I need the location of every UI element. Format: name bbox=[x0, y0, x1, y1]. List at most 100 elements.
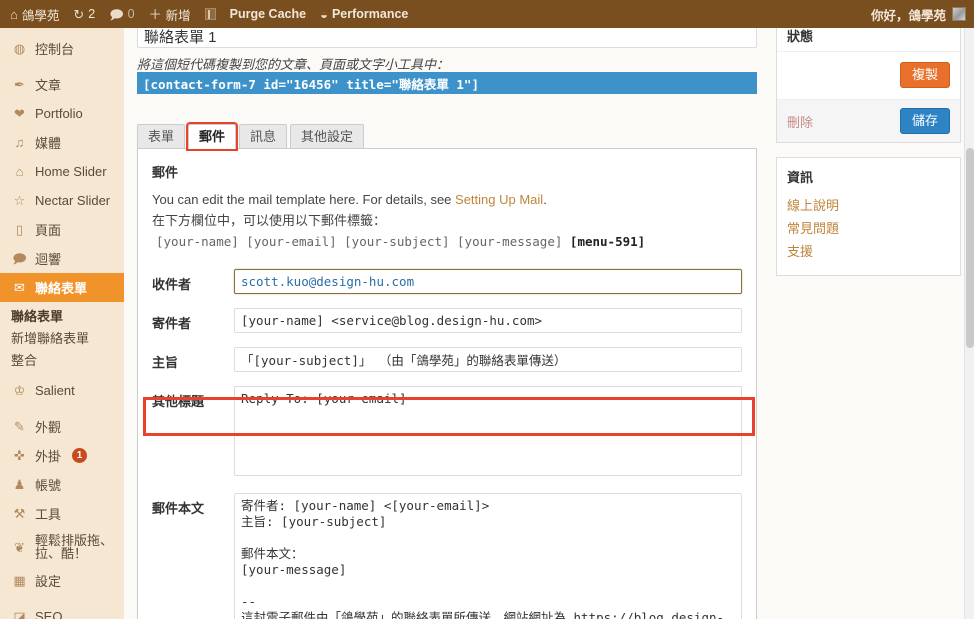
subject-label: 主旨 bbox=[152, 355, 179, 370]
subject-input[interactable] bbox=[234, 347, 742, 372]
salient-icon: ♔ bbox=[13, 383, 26, 398]
sidebar-item-tools[interactable]: ⚒ 工具 bbox=[0, 499, 124, 528]
builder-icon: ❦ bbox=[14, 539, 25, 555]
scrollbar-thumb[interactable] bbox=[966, 148, 974, 348]
field-row-mail-body: 郵件本文 寄件者: [your-name] <[your-email]> 主旨:… bbox=[152, 493, 742, 619]
sidebar-item-label: SEO bbox=[35, 609, 63, 619]
sidebar-item-label: Home Slider bbox=[35, 164, 107, 179]
additional-headers-textarea[interactable]: Reply-To: [your-email] bbox=[234, 386, 742, 476]
mail-tags: [your-name] [your-email] [your-subject] … bbox=[156, 234, 563, 249]
adminbar-account[interactable]: 你好，鴿學苑 bbox=[871, 5, 974, 24]
sender-label: 寄件者 bbox=[152, 316, 192, 331]
home-icon: ⌂ bbox=[10, 6, 18, 22]
recipient-input[interactable] bbox=[234, 269, 742, 294]
purge-cache-label: Purge Cache bbox=[229, 7, 307, 21]
tab-additional-settings[interactable]: 其他設定 bbox=[290, 124, 365, 149]
sidebar-item-comments[interactable]: 🗩 迴響 bbox=[0, 244, 124, 273]
sidebar-item-contact-form[interactable]: ✉ 聯絡表單 bbox=[0, 273, 124, 302]
sidebar-item-label: Portfolio bbox=[35, 106, 83, 121]
online-docs-link[interactable]: 線上說明 bbox=[787, 194, 950, 217]
sidebar-item-home-slider[interactable]: ⌂ Home Slider bbox=[0, 157, 124, 186]
recipient-label: 收件者 bbox=[152, 277, 192, 292]
sidebar-item-label: 頁面 bbox=[35, 223, 62, 238]
pin-icon: ✒ bbox=[14, 77, 25, 92]
field-row-recipient: 收件者 bbox=[152, 269, 742, 294]
sidebar-subitem-integration[interactable]: 整合 bbox=[11, 348, 124, 370]
sidebar-item-salient[interactable]: ♔ Salient bbox=[0, 376, 124, 405]
sidebar-item-pages[interactable]: ▯ 頁面 bbox=[0, 215, 124, 244]
sidebar-item-label: 輕鬆排版拖、拉、酷！ bbox=[35, 533, 114, 561]
adminbar-comments[interactable]: 🗩 0 bbox=[102, 0, 141, 28]
tab-messages[interactable]: 訊息 bbox=[239, 124, 288, 149]
sidebar-item-label: 工具 bbox=[35, 507, 62, 522]
appearance-icon: ✎ bbox=[14, 419, 25, 434]
site-name-label: 鴿學苑 bbox=[21, 8, 60, 23]
adminbar-updates[interactable]: ↻ 2 bbox=[66, 0, 102, 28]
tab-mail[interactable]: 郵件 bbox=[188, 124, 237, 149]
sidebar-item-label: 控制台 bbox=[35, 42, 75, 57]
field-row-subject: 主旨 bbox=[152, 347, 742, 372]
main-content: 將這個短代碼複製到您的文章、頁面或文字小工具中： [contact-form-7… bbox=[124, 18, 974, 619]
additional-headers-label: 其他標題 bbox=[152, 394, 205, 409]
mail-description: You can edit the mail template here. For… bbox=[152, 190, 742, 209]
sidebar-submenu-contact-form: 聯絡表單 新增聯絡表單 整合 bbox=[0, 302, 124, 376]
comment-icon: 🗩 bbox=[12, 251, 27, 266]
dashboard-icon: ◍ bbox=[13, 41, 26, 56]
adminbar-site-name[interactable]: ⌂ 鴿學苑 bbox=[0, 0, 66, 28]
plus-icon: ＋ bbox=[148, 6, 162, 22]
sidebar-item-label: 迴響 bbox=[35, 252, 62, 267]
wordpress-admin-screen: ⌂ 鴿學苑 ↻ 2 🗩 0 ＋ 新增 Purge Cache ◒ Perform… bbox=[0, 0, 974, 619]
info-box-heading: 資訊 bbox=[787, 170, 814, 185]
sidebar-item-label: 帳號 bbox=[35, 478, 62, 493]
sidebar-item-settings[interactable]: ▦ 設定 bbox=[0, 566, 124, 595]
status-box-footer: 刪除 儲存 bbox=[777, 99, 960, 142]
seo-icon: ◪ bbox=[13, 609, 26, 619]
sidebar-item-plugins[interactable]: ✜ 外掛 1 bbox=[0, 441, 124, 470]
sidebar-subitem-contact-forms[interactable]: 聯絡表單 bbox=[11, 304, 124, 326]
sidebar-item-label: Nectar Slider bbox=[35, 193, 111, 208]
copy-button[interactable]: 複製 bbox=[899, 62, 950, 88]
mail-icon: ✉ bbox=[14, 280, 25, 295]
adminbar-seo-plugin[interactable] bbox=[198, 0, 223, 28]
nectar-slider-icon: ☆ bbox=[13, 193, 26, 208]
sidebar-item-posts[interactable]: ✒ 文章 bbox=[0, 70, 124, 99]
setting-up-mail-link[interactable]: Setting Up Mail bbox=[455, 192, 543, 207]
mail-body-textarea[interactable]: 寄件者: [your-name] <[your-email]> 主旨: [you… bbox=[234, 493, 742, 619]
support-link[interactable]: 支援 bbox=[787, 240, 950, 263]
page-icon: ▯ bbox=[15, 222, 24, 237]
mail-desc-prefix: You can edit the mail template here. For… bbox=[152, 192, 456, 207]
sidebar-item-appearance[interactable]: ✎ 外觀 bbox=[0, 412, 124, 441]
updates-count: 2 bbox=[88, 7, 96, 21]
faq-link[interactable]: 常見問題 bbox=[787, 217, 950, 240]
page-scrollbar[interactable] bbox=[964, 28, 974, 619]
adminbar-new-content[interactable]: ＋ 新增 bbox=[142, 0, 198, 28]
sidebar-subitem-add-new[interactable]: 新增聯絡表單 bbox=[11, 326, 124, 348]
sidebar-item-nectar-slider[interactable]: ☆ Nectar Slider bbox=[0, 186, 124, 215]
field-row-sender: 寄件者 bbox=[152, 308, 742, 333]
greeting-label: 你好，鴿學苑 bbox=[870, 8, 946, 23]
sidebar-item-label: 聯絡表單 bbox=[35, 281, 88, 296]
sidebar-item-portfolio[interactable]: ❤ Portfolio bbox=[0, 99, 124, 128]
mail-tags-list: [your-name] [your-email] [your-subject] … bbox=[156, 232, 742, 251]
mail-body-label: 郵件本文 bbox=[152, 501, 205, 516]
settings-icon: ▦ bbox=[13, 573, 26, 588]
sidebar-item-seo[interactable]: ◪ SEO bbox=[0, 602, 124, 619]
new-label: 新增 bbox=[165, 8, 191, 23]
shortcode-value[interactable]: [contact-form-7 id="16456" title="聯絡表單 1… bbox=[137, 72, 757, 94]
sender-input[interactable] bbox=[234, 308, 742, 333]
comments-count: 0 bbox=[127, 7, 135, 21]
avatar bbox=[952, 7, 966, 21]
mail-tags-intro: 在下方欄位中，可以使用以下郵件標籤： bbox=[152, 213, 387, 228]
save-button[interactable]: 儲存 bbox=[899, 108, 950, 134]
sidebar-item-users[interactable]: ♟ 帳號 bbox=[0, 470, 124, 499]
mail-desc-suffix: . bbox=[543, 192, 547, 207]
adminbar-performance[interactable]: ◒ Performance bbox=[313, 0, 415, 28]
sidebar-item-dashboard[interactable]: ◍ 控制台 bbox=[0, 34, 124, 63]
tab-form[interactable]: 表單 bbox=[137, 124, 186, 149]
delete-link[interactable]: 刪除 bbox=[787, 112, 813, 131]
sidebar-item-media[interactable]: ♫ 媒體 bbox=[0, 128, 124, 157]
sidebar-item-label: Salient bbox=[35, 383, 75, 398]
adminbar-purge-cache[interactable]: Purge Cache bbox=[223, 0, 313, 28]
performance-label: Performance bbox=[331, 7, 409, 21]
sidebar-item-page-builder[interactable]: ❦ 輕鬆排版拖、拉、酷！ bbox=[0, 528, 124, 566]
